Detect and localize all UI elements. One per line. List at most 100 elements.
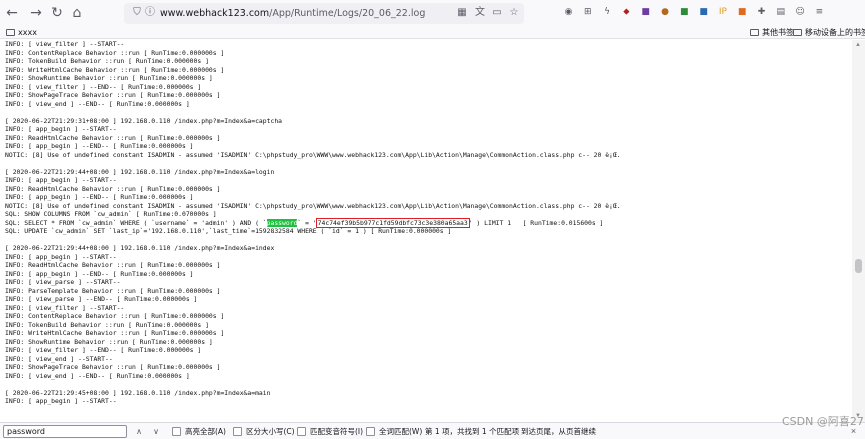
- bookmark-star-icon[interactable]: ☆: [508, 7, 520, 19]
- log-line: SQL: SHOW COLUMNS FROM `cw_admin` [ RunT…: [5, 210, 217, 218]
- sql-password-line: SQL: SELECT * FROM `cw_admin` WHERE ( `u…: [5, 217, 621, 228]
- match-diacritics-label: 匹配变音符号(I): [310, 427, 364, 436]
- scroll-up-icon[interactable]: ▲: [855, 41, 861, 49]
- translate-icon[interactable]: 文: [474, 7, 486, 19]
- match-case-label: 区分大小写(C): [246, 427, 295, 436]
- log-line: INFO: [ view_end ] --START--: [5, 354, 113, 363]
- extension-orange-icon[interactable]: ■: [736, 6, 749, 19]
- log-line: INFO: ShowPageTrace Behavior ::run [ Run…: [5, 363, 221, 371]
- log-line: INFO: [ app_begin ] --END-- [ RunTime:0.…: [5, 269, 194, 278]
- tag-icon[interactable]: ⬥: [620, 6, 633, 19]
- menu-icon[interactable]: ≡: [813, 6, 826, 19]
- log-line: INFO: [ view_filter ] --END-- [ RunTime:…: [5, 346, 202, 354]
- bookmark-folder-other[interactable]: 其他书签: [750, 27, 794, 39]
- whole-words-checkbox[interactable]: [366, 427, 375, 436]
- log-line: [ 2020-06-22T21:29:45+08:00 ] 192.168.0.…: [5, 388, 271, 397]
- whole-words-label: 全词匹配(W): [379, 427, 423, 436]
- log-line: INFO: ShowRuntime Behavior ::run [ RunTi…: [5, 74, 213, 82]
- url-host: www.webhack123.com: [160, 8, 270, 19]
- log-line: INFO: [ app_begin ] --START--: [5, 125, 117, 133]
- ip-icon[interactable]: IP: [716, 6, 729, 19]
- cookie-icon[interactable]: ●: [659, 6, 672, 19]
- grid-icon[interactable]: ⊞: [581, 6, 594, 19]
- log-line: INFO: TokenBuild Behavior ::run [ RunTim…: [5, 57, 209, 65]
- highlight-all-label: 高亮全部(A): [185, 427, 226, 436]
- bookmark-label: 移动设备上的书签: [805, 28, 865, 37]
- address-bar[interactable]: ⛉ ⓘ www.webhack123.com/App/Runtime/Logs/…: [124, 3, 524, 24]
- log-line: NOTIC: [8] Use of undefined constant ISA…: [5, 201, 621, 210]
- log-line: SQL: UPDATE `cw_admin` SET `last_ip`='19…: [5, 227, 452, 235]
- log-line: INFO: [ app_begin ] --END-- [ RunTime:0.…: [5, 193, 194, 201]
- log-line: INFO: [ view_end ] --END-- [ RunTime:0.0…: [5, 99, 190, 108]
- log-line: INFO: TokenBuild Behavior ::run [ RunTim…: [5, 320, 209, 329]
- sql-runtime: [ RunTime:0.015600s ]: [522, 218, 604, 227]
- bolt-icon[interactable]: ϟ: [601, 6, 614, 19]
- highlight-all-checkbox[interactable]: [172, 427, 181, 436]
- log-line: INFO: WriteHtmlCache Behavior ::run [ Ru…: [5, 65, 225, 74]
- folder-icon: [6, 29, 15, 36]
- match-case-checkbox[interactable]: [233, 427, 242, 436]
- bookmark-label: 其他书签: [762, 28, 794, 37]
- extension-blue-icon[interactable]: ■: [697, 6, 710, 19]
- account-icon[interactable]: ◉: [562, 6, 575, 19]
- sql-prefix: SQL: SELECT * FROM `cw_admin` WHERE ( `u…: [5, 218, 267, 227]
- log-line: INFO: [ app_begin ] --START--: [5, 252, 117, 261]
- log-line: INFO: [ view_parse ] --END-- [ RunTime:0…: [5, 295, 198, 303]
- search-highlight: password: [266, 218, 298, 227]
- password-hash: 74c74ef39b5b977c1fd59dbfc73c3e380a65aa3: [315, 217, 470, 228]
- extension-green-icon[interactable]: ■: [678, 6, 691, 19]
- vertical-scrollbar[interactable]: ▲ ▼: [852, 40, 865, 422]
- bookmark-label: xxxx: [18, 28, 37, 37]
- url-text[interactable]: www.webhack123.com/App/Runtime/Logs/20_0…: [160, 8, 425, 19]
- log-line: [ 2020-06-22T21:29:31+08:00 ] 192.168.0.…: [5, 116, 283, 125]
- log-line: INFO: [ view_filter ] --END-- [ RunTime:…: [5, 82, 202, 91]
- forward-button[interactable]: →: [28, 5, 44, 21]
- log-line: INFO: [ app_begin ] --END-- [ RunTime:0.…: [5, 142, 194, 150]
- log-line: INFO: WriteHtmlCache Behavior ::run [ Ru…: [5, 329, 225, 337]
- log-line: INFO: ReadHtmlCache Behavior ::run [ Run…: [5, 184, 221, 193]
- log-line: INFO: [ view_end ] --END-- [ RunTime:0.0…: [5, 371, 190, 380]
- find-next-button[interactable]: ∨: [150, 426, 162, 437]
- find-previous-button[interactable]: ∧: [133, 426, 145, 437]
- find-wrap-status: 到达页尾，从页首继续: [521, 427, 596, 436]
- log-line: INFO: ContentReplace Behavior ::run [ Ru…: [5, 48, 225, 57]
- back-button[interactable]: ←: [4, 5, 20, 21]
- watermark: CSDN @阿喜27: [782, 415, 864, 428]
- log-line: NOTIC: [8] Use of undefined constant ISA…: [5, 150, 621, 159]
- folder-icon: [750, 29, 759, 36]
- bookmark-folder-xxxx[interactable]: xxxx: [6, 27, 37, 39]
- log-line: INFO: ReadHtmlCache Behavior ::run [ Run…: [5, 261, 221, 269]
- sql-middle: ` = ': [297, 218, 317, 227]
- log-line: INFO: [ view_filter ] --START--: [5, 303, 125, 312]
- log-line: INFO: [ view_parse ] --START--: [5, 278, 121, 286]
- log-viewer[interactable]: INFO: [ view_filter ] --START-- INFO: Con…: [0, 40, 852, 422]
- puzzle-icon[interactable]: ✚: [755, 6, 768, 19]
- find-input[interactable]: password: [3, 425, 127, 438]
- sql-suffix: ' ) LIMIT 1: [468, 218, 523, 227]
- qr-code-icon[interactable]: ▦: [456, 7, 468, 19]
- log-line: INFO: [ app_begin ] --START--: [5, 176, 117, 184]
- user-icon[interactable]: ☺: [794, 6, 807, 19]
- find-bar: password ∧ ∨ 高亮全部(A) 区分大小写(C) 匹配变音符号(I) …: [0, 422, 865, 439]
- bookmark-folder-mobile[interactable]: 移动设备上的书签: [793, 27, 865, 39]
- find-match-count: 第 1 项，共找到 1 个匹配项: [425, 427, 520, 436]
- reader-mode-icon[interactable]: ▭: [491, 7, 503, 19]
- bookmarks-bar: xxxx 其他书签 移动设备上的书签: [0, 27, 865, 39]
- log-line: INFO: ShowPageTrace Behavior ::run [ Run…: [5, 91, 221, 99]
- match-diacritics-checkbox[interactable]: [297, 427, 306, 436]
- log-line: INFO: ReadHtmlCache Behavior ::run [ Run…: [5, 133, 221, 142]
- shield-icon[interactable]: ⛉: [131, 7, 143, 19]
- home-button[interactable]: ⌂: [69, 5, 85, 21]
- extension-purple-icon[interactable]: ■: [639, 6, 652, 19]
- browser-toolbar: ← → ↻ ⌂ ⛉ ⓘ www.webhack123.com/App/Runti…: [0, 0, 865, 27]
- log-line: INFO: ParseTemplate Behavior ::run [ Run…: [5, 286, 221, 295]
- scrollbar-thumb[interactable]: [855, 259, 862, 273]
- site-info-icon[interactable]: ⓘ: [144, 7, 156, 19]
- folder-icon: [793, 29, 802, 36]
- library-icon[interactable]: ▤: [774, 6, 787, 19]
- reload-button[interactable]: ↻: [49, 5, 65, 21]
- log-line: [ 2020-06-22T21:29:44+08:00 ] 192.168.0.…: [5, 167, 275, 176]
